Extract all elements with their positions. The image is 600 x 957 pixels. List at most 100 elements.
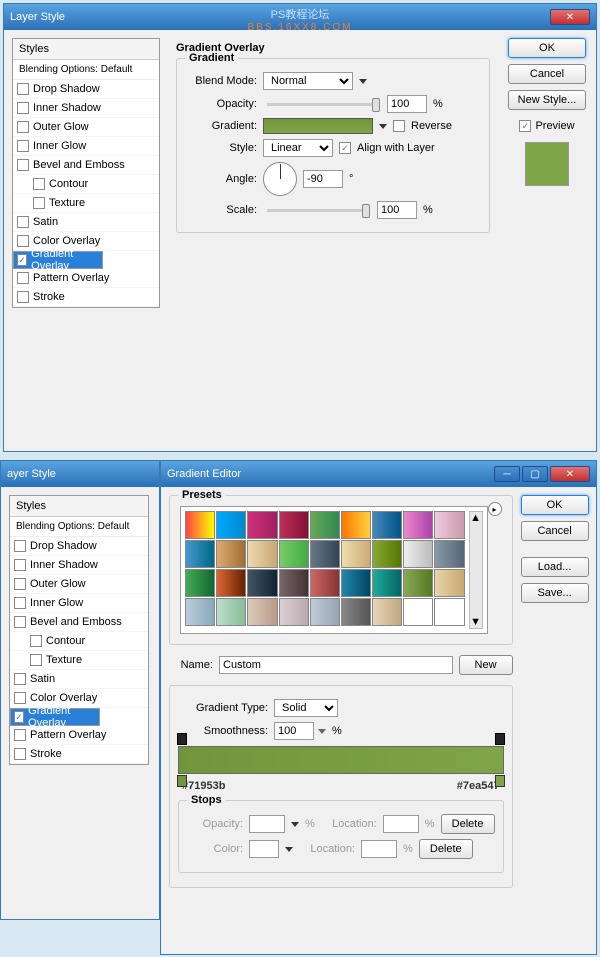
preset-swatch[interactable] (403, 569, 433, 597)
checkbox[interactable] (14, 540, 26, 552)
preset-swatch[interactable] (434, 598, 464, 626)
preset-swatch[interactable] (247, 540, 277, 568)
checkbox[interactable]: ✓ (17, 254, 27, 266)
style-item[interactable]: Drop Shadow (10, 537, 148, 556)
scale-slider[interactable] (267, 209, 367, 212)
preset-swatch[interactable] (434, 569, 464, 597)
preset-swatch[interactable] (372, 598, 402, 626)
chevron-down-icon[interactable] (318, 729, 326, 734)
save-button[interactable]: Save... (521, 583, 589, 603)
name-input[interactable] (219, 656, 453, 674)
opacity-stop-left[interactable] (177, 733, 187, 745)
opacity-input[interactable] (387, 95, 427, 113)
preset-swatch[interactable] (341, 540, 371, 568)
checkbox[interactable]: ✓ (14, 711, 24, 723)
preset-swatch[interactable] (247, 511, 277, 539)
gradient-bar[interactable] (178, 746, 504, 774)
stop-location-input[interactable] (383, 815, 419, 833)
checkbox[interactable] (17, 102, 29, 114)
preview-checkbox[interactable]: ✓ (519, 120, 531, 132)
opacity-slider[interactable]: .slider:nth-of-type(1)::after{left:95%} (267, 103, 377, 106)
checkbox[interactable] (14, 559, 26, 571)
load-button[interactable]: Load... (521, 557, 589, 577)
checkbox[interactable] (17, 159, 29, 171)
preset-swatch[interactable] (341, 511, 371, 539)
opacity-stop-right[interactable] (495, 733, 505, 745)
checkbox[interactable] (17, 291, 29, 303)
preset-swatch[interactable] (279, 511, 309, 539)
blend-mode-select[interactable]: Normal (263, 72, 353, 90)
titlebar[interactable]: Layer Style ✕ (4, 4, 596, 30)
checkbox[interactable] (33, 197, 45, 209)
checkbox[interactable] (14, 578, 26, 590)
style-item[interactable]: Outer Glow (13, 118, 159, 137)
preset-swatch[interactable] (403, 598, 433, 626)
checkbox[interactable] (17, 121, 29, 133)
preset-swatch[interactable] (185, 540, 215, 568)
preset-swatch[interactable] (310, 598, 340, 626)
style-select[interactable]: Linear (263, 139, 333, 157)
preset-swatch[interactable] (372, 540, 402, 568)
style-item[interactable]: Texture (13, 194, 159, 213)
preset-swatch[interactable] (247, 569, 277, 597)
new-button[interactable]: New (459, 655, 513, 675)
style-item[interactable]: Inner Shadow (10, 556, 148, 575)
reverse-checkbox[interactable] (393, 120, 405, 132)
style-item[interactable]: ✓Gradient Overlay (10, 708, 100, 726)
preset-swatch[interactable] (185, 511, 215, 539)
cancel-button[interactable]: Cancel (508, 64, 586, 84)
style-item[interactable]: Inner Glow (13, 137, 159, 156)
stop-opacity-input[interactable] (249, 815, 285, 833)
checkbox[interactable] (17, 216, 29, 228)
checkbox[interactable] (17, 140, 29, 152)
preset-swatch[interactable] (216, 569, 246, 597)
blending-options[interactable]: Blending Options: Default (13, 60, 159, 80)
stop-color-location-input[interactable] (361, 840, 397, 858)
preset-swatch[interactable] (279, 598, 309, 626)
blending-options[interactable]: Blending Options: Default (10, 517, 148, 537)
minimize-button[interactable]: ─ (494, 466, 520, 482)
preset-swatch[interactable] (403, 540, 433, 568)
color-stop-right[interactable] (495, 775, 505, 787)
style-item[interactable]: ✓Gradient Overlay (13, 251, 103, 269)
chevron-down-icon[interactable] (379, 124, 387, 129)
preset-swatch[interactable] (310, 569, 340, 597)
preset-swatch[interactable] (403, 511, 433, 539)
preset-swatch[interactable] (247, 598, 277, 626)
styles-header[interactable]: Styles (10, 496, 148, 517)
checkbox[interactable] (30, 635, 42, 647)
new-style-button[interactable]: New Style... (508, 90, 586, 110)
checkbox[interactable] (14, 748, 26, 760)
delete-stop-button[interactable]: Delete (419, 839, 473, 859)
style-item[interactable]: Pattern Overlay (10, 726, 148, 745)
preset-swatch[interactable] (341, 569, 371, 597)
presets-menu-icon[interactable]: ▸ (488, 502, 502, 516)
style-item[interactable]: Bevel and Emboss (13, 156, 159, 175)
preset-swatch[interactable] (279, 540, 309, 568)
delete-stop-button[interactable]: Delete (441, 814, 495, 834)
style-item[interactable]: Drop Shadow (13, 80, 159, 99)
preset-swatch[interactable] (216, 511, 246, 539)
checkbox[interactable] (30, 654, 42, 666)
style-item[interactable]: Outer Glow (10, 575, 148, 594)
preset-swatch[interactable] (310, 511, 340, 539)
styles-header[interactable]: Styles (13, 39, 159, 60)
stop-color-swatch[interactable] (249, 840, 279, 858)
preset-swatch[interactable] (185, 569, 215, 597)
scale-input[interactable] (377, 201, 417, 219)
preset-swatch[interactable] (372, 569, 402, 597)
titlebar[interactable]: ayer Style (1, 461, 159, 487)
style-item[interactable]: Satin (10, 670, 148, 689)
style-item[interactable]: Stroke (10, 745, 148, 764)
style-item[interactable]: Stroke (13, 288, 159, 307)
maximize-button[interactable]: ▢ (522, 466, 548, 482)
checkbox[interactable] (14, 673, 26, 685)
cancel-button[interactable]: Cancel (521, 521, 589, 541)
preset-swatch[interactable] (216, 598, 246, 626)
style-item[interactable]: Pattern Overlay (13, 269, 159, 288)
checkbox[interactable] (33, 178, 45, 190)
gradient-picker[interactable] (263, 118, 373, 134)
style-item[interactable]: Inner Shadow (13, 99, 159, 118)
titlebar[interactable]: Gradient Editor ─ ▢ ✕ (161, 461, 596, 487)
preset-swatch[interactable] (185, 598, 215, 626)
